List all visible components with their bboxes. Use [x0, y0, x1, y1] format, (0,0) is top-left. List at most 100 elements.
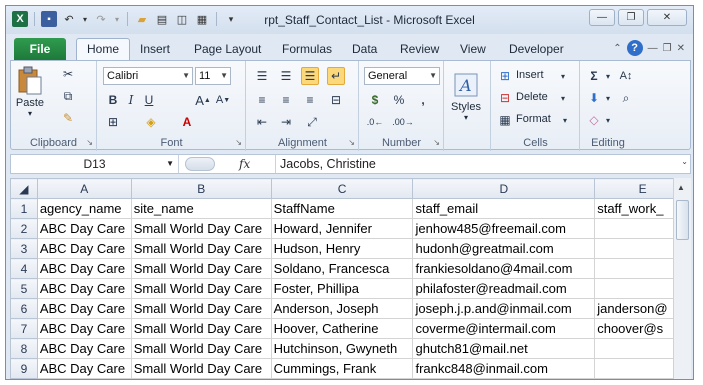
scrollbar-thumb[interactable]: [676, 200, 689, 240]
align-top-icon[interactable]: ☰: [253, 67, 271, 85]
chevron-down-icon[interactable]: ▾: [554, 89, 572, 107]
cut-icon[interactable]: ✂: [59, 65, 77, 83]
cell[interactable]: Small World Day Care: [130, 358, 272, 379]
cell[interactable]: Cummings, Frank: [270, 358, 414, 379]
chevron-down-icon[interactable]: ▼: [166, 155, 174, 173]
cell[interactable]: Small World Day Care: [130, 218, 272, 239]
column-header[interactable]: D: [412, 178, 596, 199]
insert-button[interactable]: Insert: [516, 69, 544, 81]
cell[interactable]: ghutch81@mail.net: [412, 338, 596, 359]
delete-button[interactable]: Delete: [516, 91, 548, 103]
tab-page-layout[interactable]: Page Layout: [194, 40, 261, 60]
cell[interactable]: ABC Day Care: [36, 238, 132, 259]
paste-button[interactable]: Paste ▾: [15, 65, 45, 118]
cell[interactable]: ABC Day Care: [36, 298, 132, 319]
cell[interactable]: Hoover, Catherine: [270, 318, 414, 339]
chevron-down-icon[interactable]: ▾: [556, 111, 574, 129]
help-icon[interactable]: ?: [626, 40, 643, 56]
doc-close-icon[interactable]: ✕: [677, 43, 685, 54]
align-right-icon[interactable]: ≡: [301, 91, 319, 109]
cell[interactable]: Hutchinson, Gwyneth: [270, 338, 414, 359]
styles-button[interactable]: A Styles ▾: [451, 69, 481, 122]
cell[interactable]: frankc848@inmail.com: [412, 358, 596, 379]
doc-restore-icon[interactable]: ❐: [663, 43, 672, 54]
row-header[interactable]: 2: [10, 218, 38, 239]
insert-cells-icon[interactable]: ⊞: [496, 67, 514, 85]
number-format-select[interactable]: General ▼: [364, 67, 440, 85]
cell[interactable]: ABC Day Care: [36, 358, 132, 379]
cell[interactable]: site_name: [130, 198, 272, 219]
align-left-icon[interactable]: ≡: [253, 91, 271, 109]
currency-button[interactable]: $: [366, 91, 384, 109]
cell[interactable]: coverme@intermail.com: [412, 318, 596, 339]
row-header[interactable]: 1: [10, 198, 38, 219]
tab-data[interactable]: Data: [352, 40, 377, 60]
cell[interactable]: jenhow485@freemail.com: [412, 218, 596, 239]
italic-button[interactable]: I: [122, 91, 140, 109]
font-launcher-icon[interactable]: ↘: [235, 138, 242, 147]
tab-developer[interactable]: Developer: [509, 40, 564, 60]
cell[interactable]: staff_email: [412, 198, 596, 219]
orientation-icon[interactable]: ⤢: [303, 113, 321, 131]
minimize-button[interactable]: —: [589, 9, 615, 26]
cell[interactable]: Small World Day Care: [130, 258, 272, 279]
cell[interactable]: StaffName: [270, 198, 414, 219]
tab-file[interactable]: File: [14, 38, 66, 60]
format-painter-icon[interactable]: ✎: [59, 109, 77, 127]
row-header[interactable]: 9: [10, 358, 38, 379]
align-bottom-icon[interactable]: ☰: [301, 67, 319, 85]
restore-button[interactable]: ❐: [618, 9, 644, 26]
format-cells-icon[interactable]: ▦: [496, 111, 514, 129]
number-launcher-icon[interactable]: ↘: [433, 138, 440, 147]
cell[interactable]: Small World Day Care: [130, 278, 272, 299]
row-header[interactable]: 6: [10, 298, 38, 319]
row-header[interactable]: 8: [10, 338, 38, 359]
cell[interactable]: Small World Day Care: [130, 298, 272, 319]
column-header[interactable]: B: [130, 178, 272, 199]
increase-decimal-icon[interactable]: .0←: [366, 113, 384, 131]
font-color-icon[interactable]: A: [178, 113, 196, 131]
tab-home[interactable]: Home: [76, 38, 131, 60]
shrink-font-icon[interactable]: A ▼: [214, 91, 232, 109]
cell[interactable]: Howard, Jennifer: [270, 218, 414, 239]
doc-minimize-icon[interactable]: —: [648, 43, 658, 54]
paste-dropdown-icon[interactable]: ▾: [28, 109, 32, 118]
cell[interactable]: Anderson, Joseph: [270, 298, 414, 319]
row-header[interactable]: 3: [10, 238, 38, 259]
wrap-text-icon[interactable]: ↵: [327, 67, 345, 85]
select-all-corner[interactable]: ◢: [10, 178, 38, 199]
cell[interactable]: Foster, Phillipa: [270, 278, 414, 299]
sort-filter-icon[interactable]: A↕: [617, 67, 635, 85]
chevron-down-icon[interactable]: ▾: [599, 89, 617, 107]
chevron-down-icon[interactable]: ▾: [599, 111, 617, 129]
comma-button[interactable]: ,: [414, 91, 432, 109]
grow-font-icon[interactable]: A ▲: [194, 91, 212, 109]
percent-button[interactable]: %: [390, 91, 408, 109]
format-button[interactable]: Format: [516, 113, 551, 125]
insert-function-button[interactable]: fx: [239, 157, 250, 171]
styles-dropdown-icon[interactable]: ▾: [464, 113, 468, 122]
cell[interactable]: Small World Day Care: [130, 338, 272, 359]
cell[interactable]: ABC Day Care: [36, 338, 132, 359]
column-header[interactable]: C: [270, 178, 414, 199]
tab-view[interactable]: View: [460, 40, 486, 60]
bold-button[interactable]: B: [104, 91, 122, 109]
cell[interactable]: Soldano, Francesca: [270, 258, 414, 279]
chevron-down-icon[interactable]: ▾: [599, 67, 617, 85]
tab-insert[interactable]: Insert: [140, 40, 170, 60]
clipboard-launcher-icon[interactable]: ↘: [86, 138, 93, 147]
delete-cells-icon[interactable]: ⊟: [496, 89, 514, 107]
fill-color-icon[interactable]: ◈: [142, 113, 160, 131]
font-family-select[interactable]: Calibri ▼: [103, 67, 193, 85]
expand-formula-bar-icon[interactable]: ⌄: [681, 157, 688, 166]
cell[interactable]: ABC Day Care: [36, 218, 132, 239]
decrease-indent-icon[interactable]: ⇤: [253, 113, 271, 131]
underline-button[interactable]: U: [140, 91, 158, 109]
row-header[interactable]: 5: [10, 278, 38, 299]
name-box[interactable]: D13 ▼: [11, 155, 179, 173]
cell[interactable]: ABC Day Care: [36, 278, 132, 299]
find-select-icon[interactable]: ⌕: [617, 89, 635, 107]
copy-icon[interactable]: ⧉: [59, 87, 77, 105]
increase-indent-icon[interactable]: ⇥: [277, 113, 295, 131]
tab-formulas[interactable]: Formulas: [282, 40, 332, 60]
